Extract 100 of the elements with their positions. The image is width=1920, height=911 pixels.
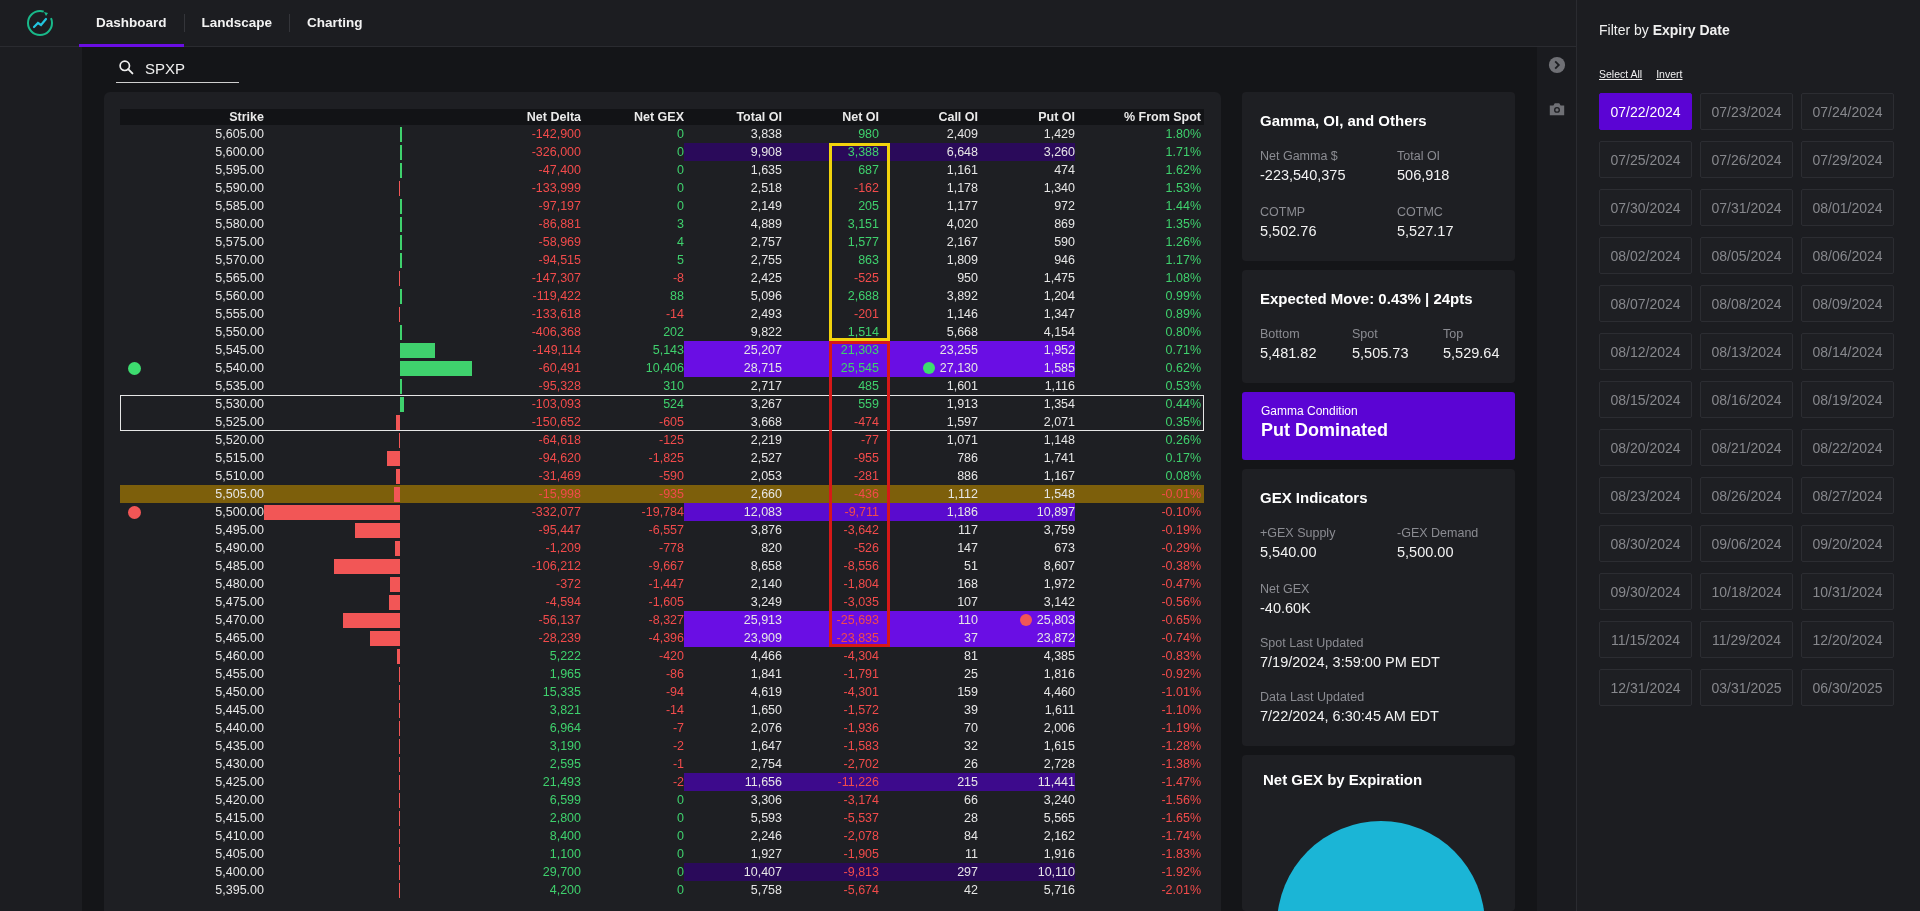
filter-link[interactable]: Select All [1599,68,1643,80]
gex-bar [400,396,404,412]
date-chip[interactable]: 03/31/2025 [1700,669,1793,706]
date-chip[interactable]: 08/16/2024 [1700,381,1793,418]
date-chip[interactable]: 08/27/2024 [1801,477,1894,514]
table-cell-text: 0.35% [1164,414,1202,431]
date-chip[interactable]: 08/07/2024 [1599,285,1692,322]
table-cell: -9,711 [782,503,890,521]
column-header[interactable]: Net OI [782,109,890,125]
column-header[interactable]: % From Spot [1075,109,1204,125]
date-chip[interactable]: 08/30/2024 [1599,525,1692,562]
date-chip[interactable]: 07/31/2024 [1700,189,1793,226]
date-chip[interactable]: 07/30/2024 [1599,189,1692,226]
table-cell-text: 1,965 [548,666,581,683]
table-cell-text: -47,400 [537,162,581,179]
table-cell-text: 70 [963,720,978,737]
date-chip[interactable]: 08/01/2024 [1801,189,1894,226]
date-chip[interactable]: 07/24/2024 [1801,93,1894,130]
column-header[interactable]: Call OI [890,109,978,125]
table-cell-text: 1.80% [1164,126,1202,143]
table-cell-text: 5,570.00 [214,252,264,269]
date-chip[interactable]: 10/31/2024 [1801,573,1894,610]
date-chip[interactable]: 07/23/2024 [1700,93,1793,130]
date-chip[interactable]: 08/05/2024 [1700,237,1793,274]
date-chip[interactable]: 08/09/2024 [1801,285,1894,322]
date-chip[interactable]: 07/29/2024 [1801,141,1894,178]
logo-icon[interactable] [25,8,55,38]
date-chip[interactable]: 07/22/2024 [1599,93,1692,130]
nav-tab[interactable]: Charting [290,0,380,47]
column-header[interactable]: Total OI [684,109,782,125]
search-field[interactable]: SPXP [116,54,239,83]
date-chip[interactable]: 07/25/2024 [1599,141,1692,178]
table-cell-text: 0 [676,810,684,827]
table-cell-text: 1,475 [1042,270,1075,287]
date-chip[interactable]: 08/14/2024 [1801,333,1894,370]
table-cell-text: 2,800 [548,810,581,827]
table-cell-text: -1.38% [1160,756,1202,773]
date-chip[interactable]: 07/26/2024 [1700,141,1793,178]
date-chip[interactable]: 08/22/2024 [1801,429,1894,466]
table-cell-text: 0.80% [1164,324,1202,341]
column-header[interactable]: Net GEX [581,109,684,125]
table-cell-text: 2,527 [749,450,782,467]
table-cell-text: 1.71% [1164,144,1202,161]
date-chip[interactable]: 10/18/2024 [1700,573,1793,610]
search-icon [118,59,135,76]
table-cell-text: -0.92% [1160,666,1202,683]
column-header[interactable]: Put OI [978,109,1075,125]
table-cell-text: 0.44% [1164,396,1202,413]
gex-bar [390,576,400,592]
table-cell-text: 5,595.00 [214,162,264,179]
table-cell-text: 5,470.00 [214,612,264,629]
column-header[interactable]: Strike [160,109,264,125]
stat-value: -223,540,375 [1260,167,1347,183]
table-cell-text: 1,816 [1042,666,1075,683]
table-cell-text: -1,791 [842,666,880,683]
table-cell-text: 2,053 [749,468,782,485]
date-chip[interactable]: 09/20/2024 [1801,525,1894,562]
stat-label: Spot Last Updated [1260,636,1365,650]
table-cell-text: 5,550.00 [214,324,264,341]
filter-link[interactable]: Invert [1656,68,1683,80]
date-chip[interactable]: 12/31/2024 [1599,669,1692,706]
gex-bar [395,414,400,430]
table-cell: -11,226 [782,773,890,791]
date-chip[interactable]: 09/30/2024 [1599,573,1692,610]
date-chip[interactable]: 08/21/2024 [1700,429,1793,466]
date-chip[interactable]: 08/15/2024 [1599,381,1692,418]
date-chip[interactable]: 11/29/2024 [1700,621,1793,658]
chevron-circle-icon[interactable] [1547,56,1566,74]
table-cell-text: -86 [664,666,684,683]
column-header[interactable]: Net Delta [472,109,581,125]
table-cell: 1,186 [890,503,978,521]
card-title: Gamma, OI, and Others [1260,112,1428,129]
table-cell-text: 5,430.00 [214,756,264,773]
table-cell-text: 5,475.00 [214,594,264,611]
stat-label: Top [1443,327,1465,341]
date-chip[interactable]: 12/20/2024 [1801,621,1894,658]
table-cell-text: -2,078 [842,828,880,845]
date-chip[interactable]: 08/02/2024 [1599,237,1692,274]
table-cell-text: 5,716 [1042,882,1075,899]
date-chip[interactable]: 08/26/2024 [1700,477,1793,514]
date-chip[interactable]: 08/23/2024 [1599,477,1692,514]
nav-tab[interactable]: Landscape [184,0,290,47]
date-chip[interactable]: 09/06/2024 [1700,525,1793,562]
table-cell-text: -3,174 [842,792,880,809]
table-cell-text: 2,006 [1042,720,1075,737]
camera-icon[interactable] [1547,100,1566,118]
date-chip[interactable]: 08/19/2024 [1801,381,1894,418]
date-chip[interactable]: 08/08/2024 [1700,285,1793,322]
date-chip[interactable]: 08/12/2024 [1599,333,1692,370]
table-cell-text: 2,409 [945,126,978,143]
date-chip[interactable]: 11/15/2024 [1599,621,1692,658]
table-cell-text: 2,162 [1042,828,1075,845]
date-chip[interactable]: 08/13/2024 [1700,333,1793,370]
date-chip[interactable]: 06/30/2025 [1801,669,1894,706]
table-cell: 11,656 [684,773,782,791]
table-cell-text: 2,167 [945,234,978,251]
table-cell-text: 3,267 [749,396,782,413]
date-chip[interactable]: 08/20/2024 [1599,429,1692,466]
date-chip[interactable]: 08/06/2024 [1801,237,1894,274]
table-cell-text: 5,758 [749,882,782,899]
